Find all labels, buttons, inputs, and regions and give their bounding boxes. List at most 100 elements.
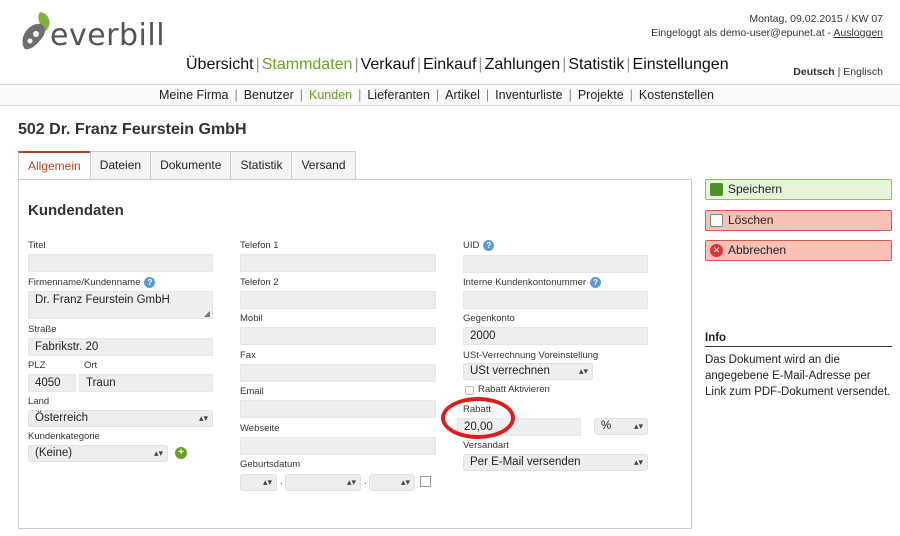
everbill-logo-icon[interactable] — [18, 10, 54, 54]
kundenkonto-label: Interne Kundenkontonummer? — [463, 277, 602, 288]
ust-value: USt verrechnen — [470, 365, 550, 377]
cancel-icon: ✕ — [710, 244, 723, 257]
nav-statistik[interactable]: Statistik — [567, 56, 625, 74]
subnav-inventurliste[interactable]: Inventurliste — [495, 88, 562, 102]
date-separator: . — [364, 476, 367, 487]
strasse-input[interactable]: Fabrikstr. 20 — [28, 338, 213, 356]
titel-input[interactable] — [28, 254, 213, 272]
select-arrows-icon: ▴▾ — [198, 413, 208, 423]
kundenkategorie-label: Kundenkategorie — [28, 431, 100, 442]
select-arrows-icon: ▴▾ — [400, 477, 410, 487]
subnav-benutzer[interactable]: Benutzer — [244, 88, 294, 102]
info-divider — [705, 346, 892, 347]
lang-deutsch[interactable]: Deutsch — [793, 66, 834, 78]
add-category-icon[interactable]: + — [175, 447, 187, 459]
nav-einstellungen[interactable]: Einstellungen — [632, 56, 730, 74]
firmenname-label-text: Firmenname/Kundenname — [28, 277, 141, 289]
rabatt-aktivieren-checkbox[interactable] — [465, 386, 474, 395]
birthday-day-select[interactable]: ▴▾ — [240, 474, 277, 491]
tab-versand[interactable]: Versand — [291, 151, 356, 180]
subnav-lieferanten[interactable]: Lieferanten — [367, 88, 430, 102]
logout-link[interactable]: Ausloggen — [833, 27, 883, 39]
subnav-kostenstellen[interactable]: Kostenstellen — [639, 88, 714, 102]
fax-input[interactable] — [240, 364, 436, 382]
kundenkategorie-select[interactable]: (Keine) ▴▾ — [28, 445, 168, 462]
main-nav: Übersicht | Stammdaten | Verkauf | Einkauf |… — [185, 56, 730, 74]
lang-separator: | — [834, 66, 844, 78]
tab-dateien[interactable]: Dateien — [89, 151, 152, 180]
tab-dokumente[interactable]: Dokumente — [150, 151, 232, 180]
help-icon[interactable]: ? — [590, 277, 602, 288]
select-arrows-icon: ▴▾ — [633, 457, 643, 467]
select-arrows-icon: ▴▾ — [262, 477, 272, 487]
ort-input[interactable]: Traun — [79, 374, 213, 392]
nav-uebersicht[interactable]: Übersicht — [185, 56, 255, 74]
land-select[interactable]: Österreich ▴▾ — [28, 410, 213, 427]
tab-allgemein[interactable]: Allgemein — [18, 151, 91, 181]
subnav-projekte[interactable]: Projekte — [578, 88, 624, 102]
subnav-separator: | — [568, 88, 572, 102]
lang-englisch[interactable]: Englisch — [843, 66, 883, 78]
email-input[interactable] — [240, 400, 436, 418]
mobil-input[interactable] — [240, 327, 436, 345]
ust-select[interactable]: USt verrechnen ▴▾ — [463, 363, 593, 380]
help-icon[interactable]: ? — [483, 240, 495, 251]
cancel-label: Abbrechen — [728, 243, 787, 257]
save-label: Speichern — [728, 182, 783, 196]
ust-label: USt-Verrechnung Voreinstellung — [463, 350, 599, 361]
versandart-label: Versandart — [463, 440, 509, 451]
tab-statistik[interactable]: Statistik — [230, 151, 293, 180]
subnav-meine-firma[interactable]: Meine Firma — [159, 88, 228, 102]
subnav-separator: | — [485, 88, 490, 102]
save-icon — [710, 183, 723, 196]
email-label: Email — [240, 386, 264, 397]
gegenkonto-input[interactable]: 2000 — [463, 327, 648, 345]
telefon2-input[interactable] — [240, 291, 436, 309]
uid-input[interactable] — [463, 255, 648, 273]
uid-label: UID? — [463, 240, 495, 251]
language-switcher: Deutsch | Englisch — [793, 66, 883, 78]
land-value: Österreich — [35, 412, 89, 424]
rabatt-unit-select[interactable]: % ▴▾ — [594, 418, 648, 435]
cancel-button[interactable]: ✕ Abbrechen — [705, 240, 892, 261]
nav-zahlungen[interactable]: Zahlungen — [484, 56, 562, 74]
login-text: Eingeloggt als demo-user@epunet.at - — [651, 27, 834, 39]
firmenname-value: Dr. Franz Feurstein GmbH — [35, 294, 170, 306]
webseite-input[interactable] — [240, 437, 436, 455]
logo-text[interactable]: everbill — [50, 18, 165, 53]
subnav-separator: | — [299, 88, 303, 102]
sub-nav: Meine Firma | Benutzer | Kunden | Lieferant… — [0, 84, 900, 106]
delete-button[interactable]: Löschen — [705, 210, 892, 231]
telefon1-label: Telefon 1 — [240, 240, 279, 251]
trash-icon — [710, 214, 723, 227]
rabatt-aktivieren-label: Rabatt Aktivieren — [478, 384, 550, 395]
kundenkonto-input[interactable] — [463, 291, 648, 309]
birthday-year-select[interactable]: ▴▾ — [369, 474, 415, 491]
subnav-kunden[interactable]: Kunden — [309, 88, 352, 102]
fax-label: Fax — [240, 350, 256, 361]
subnav-separator: | — [435, 88, 440, 102]
birthday-month-select[interactable]: ▴▾ — [285, 474, 361, 491]
help-icon[interactable]: ? — [144, 277, 156, 288]
page-title: 502 Dr. Franz Feurstein GmbH — [18, 121, 247, 138]
save-button[interactable]: Speichern — [705, 179, 892, 200]
plz-input[interactable]: 4050 — [28, 374, 76, 392]
telefon2-label: Telefon 2 — [240, 277, 279, 288]
nav-stammdaten[interactable]: Stammdaten — [261, 56, 354, 74]
telefon1-input[interactable] — [240, 254, 436, 272]
mobil-label: Mobil — [240, 313, 263, 324]
resize-handle-icon[interactable]: ◢ — [204, 309, 210, 318]
select-arrows-icon: ▴▾ — [578, 366, 588, 376]
select-arrows-icon: ▴▾ — [633, 421, 643, 431]
info-text: Das Dokument wird an die angegebene E-Ma… — [705, 354, 891, 398]
firmenname-textarea[interactable]: Dr. Franz Feurstein GmbH ◢ — [28, 291, 213, 319]
subnav-artikel[interactable]: Artikel — [445, 88, 480, 102]
calendar-icon[interactable] — [420, 476, 431, 487]
versandart-value: Per E-Mail versenden — [470, 456, 581, 468]
versandart-select[interactable]: Per E-Mail versenden ▴▾ — [463, 454, 648, 471]
nav-verkauf[interactable]: Verkauf — [360, 56, 416, 74]
section-heading: Kundendaten — [28, 202, 124, 219]
date-separator: . — [280, 476, 283, 487]
nav-einkauf[interactable]: Einkauf — [422, 56, 477, 74]
geburtsdatum-label: Geburtsdatum — [240, 459, 301, 470]
